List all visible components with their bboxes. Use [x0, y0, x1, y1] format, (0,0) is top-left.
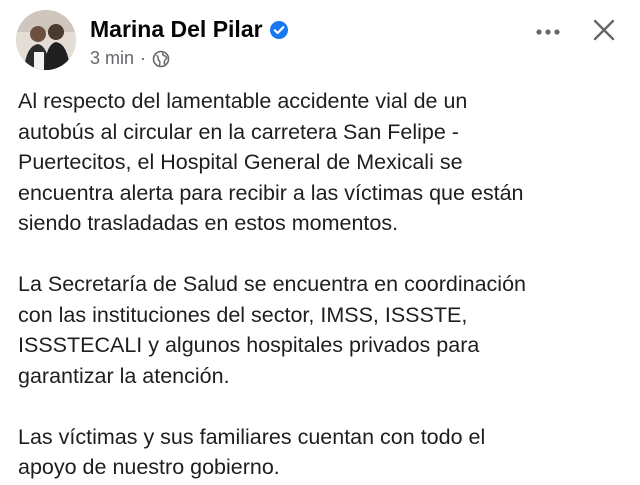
- verified-badge-icon: [269, 20, 289, 40]
- close-button[interactable]: [584, 12, 624, 52]
- avatar-image: [16, 10, 76, 70]
- post-paragraph-2: La Secretaría de Salud se encuentra en c…: [18, 272, 526, 388]
- post-header: Marina Del Pilar 3 min ·: [16, 10, 624, 74]
- post-paragraph-1: Al respecto del lamentable accidente via…: [18, 89, 524, 235]
- more-horizontal-icon: [535, 23, 561, 41]
- post-body: Al respecto del lamentable accidente via…: [18, 86, 628, 483]
- author-name-row: Marina Del Pilar: [90, 16, 289, 43]
- author-name[interactable]: Marina Del Pilar: [90, 16, 263, 43]
- post-meta: 3 min ·: [90, 48, 170, 69]
- meta-separator: ·: [140, 48, 147, 68]
- close-icon: [592, 18, 616, 47]
- globe-icon[interactable]: [152, 50, 170, 68]
- avatar[interactable]: [16, 10, 76, 70]
- more-options-button[interactable]: [528, 12, 568, 52]
- post-time[interactable]: 3 min: [90, 48, 134, 69]
- post-paragraph-3: Las víctimas y sus familiares cuentan co…: [18, 424, 486, 480]
